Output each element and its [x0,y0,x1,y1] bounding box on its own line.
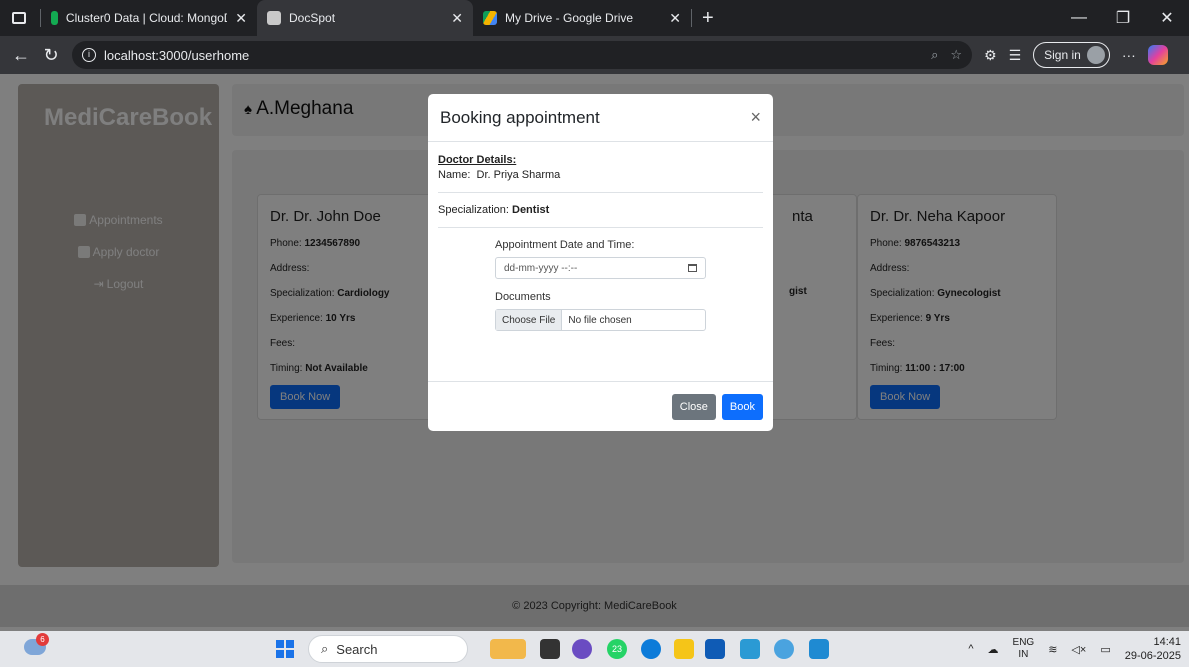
close-window-icon[interactable]: ✕ [1145,8,1189,28]
chevron-up-icon[interactable]: ^ [968,643,973,655]
window-controls: — ❐ ✕ [1057,0,1189,36]
more-icon[interactable]: ··· [1122,47,1136,63]
battery-icon[interactable]: ▭ [1100,643,1110,656]
language-indicator[interactable]: ENG IN [1013,637,1035,661]
tab-title: My Drive - Google Drive [505,11,634,25]
avatar-icon [1086,46,1105,64]
doctor-name-line: Name: Dr. Priya Sharma [438,169,561,181]
book-button[interactable]: Book [721,393,763,420]
tab-actions-icon[interactable] [12,12,26,24]
google-drive-icon [483,11,497,25]
close-icon[interactable]: ✕ [661,10,681,27]
refresh-icon[interactable]: ↻ [36,45,66,66]
specialization-line: Specialization: Dentist [438,204,550,216]
back-icon[interactable]: ← [6,45,36,66]
documents-label: Documents [495,291,551,303]
datetime-label: Appointment Date and Time: [495,239,635,251]
file-status: No file chosen [568,314,632,326]
close-icon[interactable]: ✕ [443,10,463,27]
appointment-datetime-input[interactable]: dd-mm-yyyy --:-- [495,257,706,279]
whatsapp-badge: 23 [611,644,622,654]
divider [691,9,692,27]
vscode-icon[interactable] [809,639,829,659]
documents-file-input[interactable]: Choose File No file chosen [495,309,706,331]
edge-icon[interactable] [641,639,661,659]
zoom-icon[interactable]: ⌕ [931,47,938,63]
divider [438,227,763,228]
mongodb-icon [51,11,58,25]
modal-title: Booking appointment [440,107,600,127]
file-explorer-icon[interactable] [674,639,694,659]
booking-modal: Booking appointment × Doctor Details: Na… [428,94,773,431]
clock-date: 29-06-2025 [1124,650,1181,662]
mysql-icon[interactable] [740,639,760,659]
docspot-icon [267,11,281,25]
restore-icon[interactable]: ❐ [1101,8,1145,28]
close-icon[interactable]: ✕ [227,10,247,27]
os-taskbar: 6 ⌕ Search 23 ^ ☁ ENG IN ≋ ◁× ▭ 14:41 29-… [0,631,1189,667]
modal-footer: Close Book [428,381,773,431]
sign-in-button[interactable]: Sign in [1033,42,1110,68]
weather-widget-icon[interactable]: 6 [24,633,49,655]
copilot-app-icon[interactable] [572,639,592,659]
info-icon[interactable]: i [82,48,96,62]
clock[interactable]: 14:41 29-06-2025 [1125,635,1181,663]
favorite-star-icon[interactable]: ☆ [950,47,962,63]
tab-google-drive[interactable]: My Drive - Google Drive ✕ [473,0,691,36]
new-tab-button[interactable]: + [702,7,714,30]
tab-docspot[interactable]: DocSpot ✕ [257,0,473,36]
wifi-icon[interactable]: ≋ [1048,643,1057,656]
modal-header: Booking appointment × [428,94,773,142]
specialization-value: Dentist [512,204,550,216]
close-icon[interactable]: × [750,107,761,128]
browser-tab-bar: Cluster0 Data | Cloud: MongoDB C ✕ DocSp… [0,0,1189,36]
help-app-icon[interactable] [774,639,794,659]
booking-form: Appointment Date and Time: dd-mm-yyyy --… [438,239,763,331]
choose-file-button[interactable]: Choose File [496,310,563,330]
close-button[interactable]: Close [671,393,716,420]
sign-in-label: Sign in [1044,48,1081,62]
browser-toolbar: ← ↻ i localhost:3000/userhome ⌕ ☆ ⚙ ☰ Si… [0,36,1189,74]
widgets-icon[interactable] [490,639,526,659]
clock-time: 14:41 [1153,636,1181,648]
store-icon[interactable] [705,639,725,659]
notification-badge: 6 [36,633,49,646]
whatsapp-icon[interactable]: 23 [607,639,627,659]
copilot-icon[interactable] [1147,45,1168,65]
doctor-name-value: Dr. Priya Sharma [476,169,561,181]
datetime-placeholder: dd-mm-yyyy --:-- [504,262,578,274]
onedrive-icon[interactable]: ☁ [988,643,999,656]
system-tray: ^ ☁ ENG IN ≋ ◁× ▭ 14:41 29-06-2025 [968,631,1181,667]
taskbar-search[interactable]: ⌕ Search [308,635,468,663]
tab-title: Cluster0 Data | Cloud: MongoDB C [65,11,227,25]
address-bar[interactable]: i localhost:3000/userhome ⌕ ☆ [72,41,972,69]
modal-body: Doctor Details: Name: Dr. Priya Sharma S… [428,142,773,331]
tab-mongodb[interactable]: Cluster0 Data | Cloud: MongoDB C ✕ [41,0,257,36]
search-label: Search [336,641,378,657]
calendar-icon[interactable] [688,264,697,272]
divider [438,192,763,193]
volume-icon[interactable]: ◁× [1071,643,1086,656]
tab-title: DocSpot [289,11,336,25]
url-text: localhost:3000/userhome [104,47,250,63]
task-view-icon[interactable] [540,639,560,659]
minimize-icon[interactable]: — [1057,9,1101,27]
doctor-details-label: Doctor Details: [438,154,517,166]
start-button[interactable] [276,640,294,658]
favorites-icon[interactable]: ☰ [1009,47,1022,64]
extensions-icon[interactable]: ⚙ [984,47,997,64]
search-icon: ⌕ [321,641,329,656]
